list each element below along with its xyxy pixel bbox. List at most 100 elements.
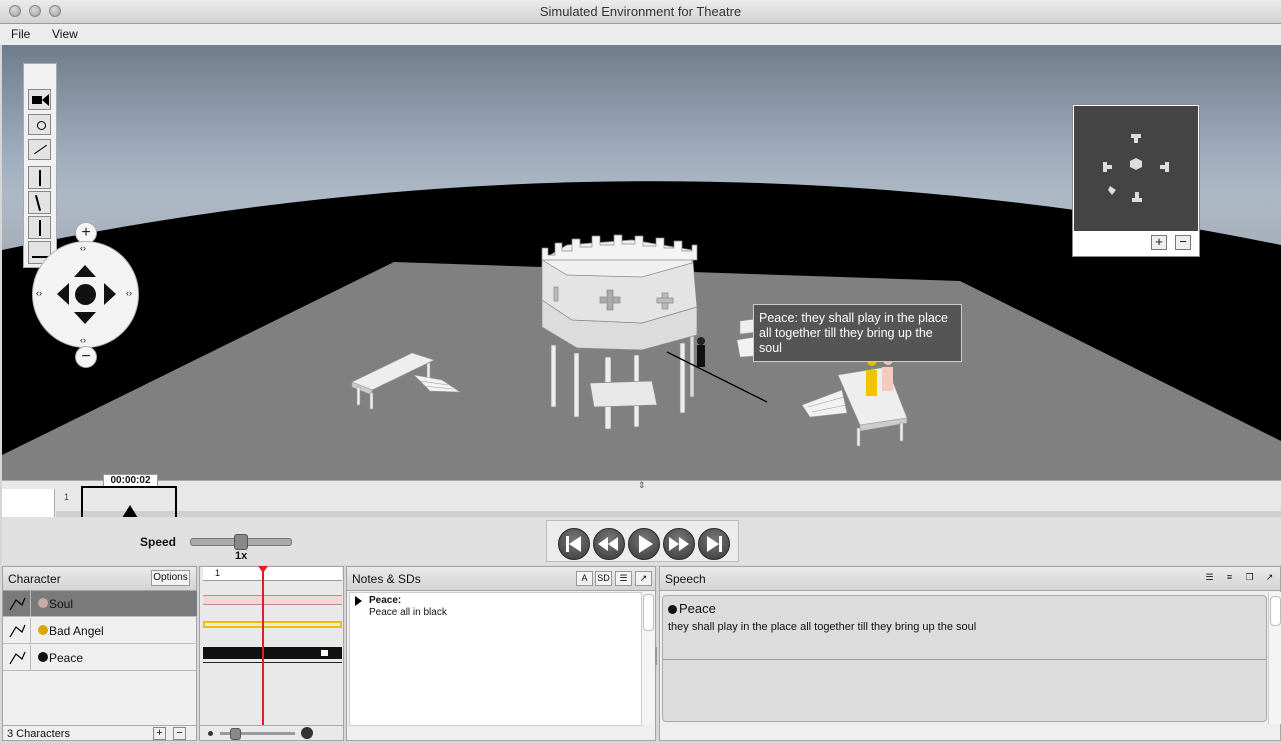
character-name: Peace — [49, 651, 84, 665]
notes-sd-button[interactable]: SD — [595, 571, 612, 586]
speech-entry[interactable]: Peace they shall play in the place all t… — [662, 595, 1267, 722]
notes-panel: Notes & SDs A SD ☰ ↗ Peace: Peace all in… — [346, 566, 657, 741]
track-lane-soul[interactable] — [203, 595, 342, 605]
character-color-dot — [38, 625, 48, 635]
character-row-peace[interactable]: Peace — [3, 645, 197, 671]
path-icon — [34, 144, 47, 155]
speed-label: Speed — [140, 535, 177, 549]
character-peace-figure — [697, 337, 705, 367]
zoom-small-icon — [208, 731, 213, 736]
notes-scrollbar[interactable] — [641, 592, 654, 724]
rotate-left-icon[interactable]: ‹› — [36, 288, 42, 298]
remove-character-button[interactable]: − — [173, 727, 186, 740]
minimap-zoom-out-button[interactable]: − — [1175, 235, 1191, 250]
outdent-icon: ☰ — [1205, 572, 1214, 582]
notes-splitter[interactable] — [655, 647, 657, 665]
indent-icon: ☰ — [619, 573, 628, 583]
speech-list-button[interactable]: ≡ — [1221, 571, 1238, 586]
track-panel[interactable]: 1 — [199, 566, 344, 741]
timeline-label-cell — [2, 489, 55, 517]
notes-indent-button[interactable]: ☰ — [615, 571, 632, 586]
window-icon: ❐ — [1245, 572, 1254, 582]
character-panel: Character Options Soul Bad Angel Peace 3… — [2, 566, 197, 741]
character-color-dot — [38, 652, 48, 662]
minimap-view[interactable] — [1074, 106, 1198, 231]
nav-center-icon[interactable] — [75, 284, 96, 305]
path-tool[interactable] — [28, 139, 51, 160]
timeline-scrubber[interactable]: ⇕ 1 00:00:02 — [2, 474, 1281, 520]
rewind-icon — [598, 537, 608, 551]
figure-stand-icon — [39, 170, 41, 186]
playhead-line[interactable] — [258, 566, 268, 725]
character-panel-footer: 3 Characters + − — [3, 725, 196, 743]
nav-zoom-out-button[interactable]: − — [75, 346, 97, 368]
character-name: Bad Angel — [49, 624, 104, 638]
pan-right-icon[interactable] — [104, 283, 116, 305]
rotate-right-icon[interactable]: ‹› — [126, 288, 132, 298]
point-tool[interactable] — [28, 114, 51, 135]
camera-tool[interactable] — [28, 89, 51, 110]
zoom-large-icon — [301, 727, 313, 739]
speech-scrollbar[interactable] — [1268, 592, 1281, 724]
pose-stand-tool[interactable] — [28, 166, 51, 189]
track-lane-peace[interactable] — [203, 647, 342, 659]
note-heading: Peace: — [369, 595, 402, 606]
speech-window-button[interactable]: ❐ — [1241, 571, 1258, 586]
notes-panel-title: Notes & SDs — [352, 572, 421, 586]
pose-sit-tool[interactable] — [28, 191, 51, 214]
minimap-zoom-in-button[interactable]: + — [1151, 235, 1167, 250]
rotate-up-icon[interactable]: ‹› — [80, 243, 86, 253]
character-name: Soul — [49, 597, 74, 611]
skip-back-button[interactable] — [558, 528, 590, 560]
speech-text: they shall play in the place all togethe… — [668, 621, 977, 633]
track-zoom-thumb[interactable] — [230, 728, 241, 740]
notes-list[interactable]: Peace: Peace all in black — [349, 592, 642, 726]
speech-block-icon[interactable] — [321, 650, 328, 656]
menu-file[interactable]: File — [11, 27, 30, 41]
path-icon[interactable] — [3, 618, 31, 643]
pan-up-icon[interactable] — [74, 265, 96, 277]
rotate-down-icon[interactable]: ‹› — [80, 335, 86, 345]
speech-popout-button[interactable]: ↗ — [1261, 571, 1278, 586]
speech-panel-title: Speech — [665, 572, 706, 586]
track-zoom-bar — [200, 725, 343, 743]
rewind-button[interactable] — [593, 528, 625, 560]
transport-controls — [546, 520, 739, 562]
play-button[interactable] — [628, 528, 660, 560]
figure-walk-icon — [39, 220, 41, 236]
character-row-soul[interactable]: Soul — [3, 591, 197, 617]
timeline-marker: 1 — [64, 492, 70, 502]
menu-view[interactable]: View — [52, 27, 78, 41]
track-zoom-slider[interactable] — [220, 728, 295, 740]
track-lane-bad-angel[interactable] — [203, 621, 342, 628]
speech-outdent-button[interactable]: ☰ — [1201, 571, 1218, 586]
splitter-handle-icon[interactable]: ⇕ — [638, 480, 646, 491]
playhead-window[interactable] — [81, 486, 177, 520]
camera-icon — [32, 96, 42, 104]
minimap-drawing — [1103, 134, 1169, 202]
minimap: + − — [1072, 104, 1200, 257]
speed-slider[interactable] — [190, 534, 292, 550]
navigation-control: ‹› ‹› ‹› ‹› — [32, 241, 139, 348]
track-ruler[interactable]: 1 — [203, 567, 342, 581]
notes-popout-button[interactable]: ↗ — [635, 571, 652, 586]
options-button[interactable]: Options — [151, 570, 190, 586]
popout-icon: ↗ — [1265, 572, 1274, 582]
speed-slider-thumb[interactable] — [234, 534, 248, 550]
disclosure-triangle-icon[interactable] — [355, 596, 362, 606]
add-character-button[interactable]: + — [153, 727, 166, 740]
skip-forward-button[interactable] — [698, 528, 730, 560]
character-panel-header: Character Options — [3, 567, 196, 591]
speech-panel-header: Speech ☰ ≡ ❐ ↗ — [660, 567, 1280, 591]
track-baseline — [203, 662, 342, 663]
path-icon[interactable] — [3, 591, 31, 616]
pan-down-icon[interactable] — [74, 312, 96, 324]
speech-divider — [663, 659, 1266, 660]
character-row-bad-angel[interactable]: Bad Angel — [3, 618, 197, 644]
figure-sit-icon — [34, 195, 42, 211]
notes-a-button[interactable]: A — [576, 571, 593, 586]
pan-left-icon[interactable] — [57, 283, 69, 305]
pose-walk-tool[interactable] — [28, 216, 51, 239]
fast-forward-button[interactable] — [663, 528, 695, 560]
path-icon[interactable] — [3, 645, 31, 670]
